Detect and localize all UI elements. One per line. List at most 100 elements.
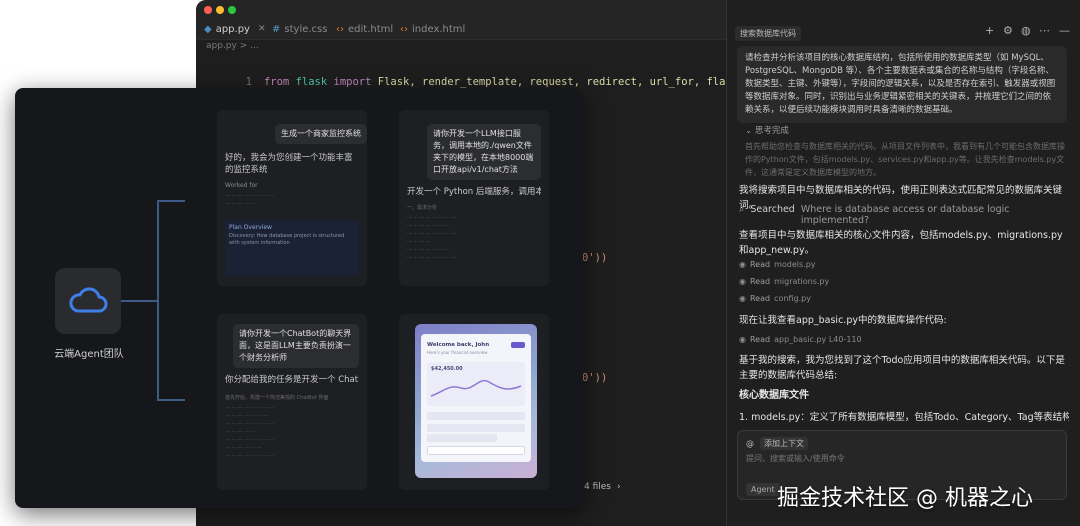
eye-icon: ◉ — [739, 260, 746, 269]
cloud-icon — [69, 287, 108, 313]
task-prompt: 请你开发一个LLM接口服务，调用本地的./qwen文件夹下的模型，在本地8000… — [427, 124, 541, 180]
files-changed-indicator[interactable]: 4 files › — [584, 482, 621, 492]
placeholder-text: ··· ··· ··· ··· ··· ··· ··· ··· ··· ··· ·… — [225, 405, 275, 459]
read-step[interactable]: ◉ Read app_basic.py L40-110 — [739, 335, 862, 344]
conversation-title[interactable]: 搜索数据库代码 — [735, 26, 801, 41]
tab-edit-html[interactable]: ‹› edit.html — [336, 20, 393, 38]
preview-subtitle: Here's your financial overview — [427, 350, 488, 355]
read-label: Read — [749, 260, 771, 269]
maximize-window-button[interactable] — [228, 6, 236, 14]
read-label: Read — [749, 335, 771, 344]
breadcrumb[interactable]: app.py > ... — [206, 41, 259, 51]
tab-index-html[interactable]: ‹› index.html — [400, 20, 465, 38]
ui-preview-card[interactable]: Welcome back, John Here's your financial… — [399, 314, 549, 490]
connector-line — [157, 399, 185, 401]
hash-icon: # — [272, 23, 281, 35]
preview-chart: $42,450.00 — [427, 362, 525, 406]
task-reply: 好的，我会为您创建一个功能丰富的监控系统 — [225, 153, 353, 175]
read-file: migrations.py — [774, 277, 830, 286]
preview-button — [511, 342, 525, 348]
search-query: Where is database access or database log… — [800, 204, 1010, 226]
python-file-icon: ◆ — [204, 23, 212, 35]
tab-label: edit.html — [348, 23, 394, 35]
task-meta: 一、需求分析 — [407, 205, 438, 211]
eye-icon: ◉ — [739, 294, 746, 303]
task-meta: 首先开始，构建一个简洁美观的 ChatBot 界面 — [225, 395, 329, 401]
user-message: 请检查并分析该项目的核心数据库结构，包括所使用的数据库类型（如 MySQL、Po… — [737, 46, 1067, 123]
read-file: config.py — [774, 294, 811, 303]
preview-row — [427, 412, 525, 420]
preview-input — [427, 446, 525, 455]
read-label: Read — [749, 277, 771, 286]
task-meta: Worked for — [225, 182, 258, 189]
chevron-down-icon: ⌄ — [745, 126, 755, 136]
assistant-paragraph: 1. models.py：定义了所有数据库模型，包括Todo、Category、… — [739, 412, 1069, 423]
plan-title: Plan Overview — [229, 224, 272, 231]
globe-icon[interactable]: ◍ — [1021, 24, 1031, 37]
code-brackets-icon: ‹› — [336, 23, 344, 35]
close-window-button[interactable] — [204, 6, 212, 14]
preview-row — [427, 424, 525, 432]
read-file: app_basic.py L40-110 — [774, 335, 862, 344]
assistant-paragraph: 现在让我查看app_basic.py中的数据库操作代码: — [739, 315, 947, 326]
eye-icon: ◉ — [739, 335, 746, 344]
gear-icon[interactable]: ⚙ — [1003, 24, 1013, 37]
task-reply: 你分配给我的任务是开发一个 ChatBot ... — [225, 375, 359, 385]
connector-line — [121, 300, 157, 302]
at-icon: @ — [746, 439, 754, 448]
section-heading: 核心数据库文件 — [739, 390, 809, 401]
tab-app-py[interactable]: ◆ app.py ✕ — [204, 20, 266, 38]
add-context-button[interactable]: @ 添加上下文 — [746, 437, 808, 450]
code-brackets-icon: ‹› — [400, 23, 408, 35]
task-prompt: 生成一个商家监控系统 — [275, 124, 367, 144]
search-icon: ⌕ — [739, 204, 745, 215]
assistant-paragraph: 基于我的搜索，我为您找到了这个Todo应用项目中的数据库相关代码。以下是主要的数… — [739, 355, 1065, 381]
connector-line — [157, 200, 185, 202]
agent-task-card[interactable]: 生成一个商家监控系统 好的，我会为您创建一个功能丰富的监控系统 Worked f… — [217, 110, 367, 286]
cloud-agent-tile[interactable] — [55, 268, 121, 334]
connector-line — [157, 200, 159, 400]
watermark: 掘金技术社区 @ 机器之心 — [777, 486, 1033, 511]
editor-tab-bar: ◆ app.py ✕ # style.css ‹› edit.html ‹› i… — [196, 0, 726, 40]
read-step[interactable]: ◉ Read models.py — [739, 260, 816, 269]
eye-icon: ◉ — [739, 277, 746, 286]
tab-style-css[interactable]: # style.css — [272, 20, 327, 38]
agent-mode-button[interactable]: Agent — [746, 483, 780, 496]
assistant-panel: 搜索数据库代码 + ⚙ ◍ ⋯ — 请检查并分析该项目的核心数据库结构，包括所使… — [726, 0, 1080, 526]
code-fragment: 0')) — [582, 372, 608, 384]
task-prompt: 请你开发一个ChatBot的聊天界面，这是面LLM主要负责扮演一个财务分析师 — [233, 324, 359, 368]
preview-title: Welcome back, John — [427, 342, 490, 348]
task-reply: 开发一个 Python 后端服务，调用本地 ... — [407, 187, 541, 197]
read-step[interactable]: ◉ Read migrations.py — [739, 277, 829, 286]
thinking-label: 思考完成 — [754, 126, 789, 136]
thinking-text: 首先帮助您检查与数据库相关的代码。从项目文件列表中，我看到有几个可能包含数据库操… — [745, 142, 1065, 177]
agent-task-card[interactable]: 请你开发一个ChatBot的聊天界面，这是面LLM主要负责扮演一个财务分析师 你… — [217, 314, 367, 490]
chat-ui-preview: Welcome back, John Here's your financial… — [415, 324, 537, 478]
read-step[interactable]: ◉ Read config.py — [739, 294, 811, 303]
plan-box: Plan Overview Discovery: How database pr… — [225, 220, 359, 276]
agent-task-card[interactable]: 请你开发一个LLM接口服务，调用本地的./qwen文件夹下的模型，在本地8000… — [399, 110, 549, 286]
chevron-right-icon: › — [616, 482, 621, 492]
add-context-label: 添加上下文 — [760, 437, 808, 450]
tab-label: index.html — [412, 23, 466, 35]
panel-header: 搜索数据库代码 + ⚙ ◍ ⋯ — — [727, 22, 1080, 42]
agent-team-overlay: 云端Agent团队 生成一个商家监控系统 好的，我会为您创建一个功能丰富的监控系… — [15, 88, 583, 508]
minimize-icon[interactable]: — — [1059, 24, 1070, 37]
chat-input[interactable]: 提问、搜索或输入/使用命令 — [746, 453, 845, 464]
preview-wave — [430, 379, 522, 397]
minimize-window-button[interactable] — [216, 6, 224, 14]
assistant-paragraph: 查看项目中与数据库相关的核心文件内容，包括models.py、migration… — [739, 230, 1063, 256]
preview-row — [427, 434, 497, 442]
code-fragment: 0')) — [582, 252, 608, 264]
tab-label: style.css — [284, 23, 328, 35]
tab-label: app.py — [215, 23, 250, 35]
search-label: Searched — [750, 204, 795, 215]
plus-icon[interactable]: + — [985, 24, 994, 37]
more-icon[interactable]: ⋯ — [1039, 24, 1050, 37]
team-label: 云端Agent团队 — [54, 349, 124, 360]
search-step[interactable]: ⌕ Searched Where is database access or d… — [739, 204, 1080, 226]
placeholder-text: ··· ··· ··· ··· ··· ··· ··· ··· ··· ··· ·… — [407, 215, 457, 261]
thinking-toggle[interactable]: ⌄ 思考完成 — [745, 124, 789, 136]
close-icon[interactable]: ✕ — [258, 24, 266, 34]
preview-window: Welcome back, John Here's your financial… — [421, 334, 531, 462]
